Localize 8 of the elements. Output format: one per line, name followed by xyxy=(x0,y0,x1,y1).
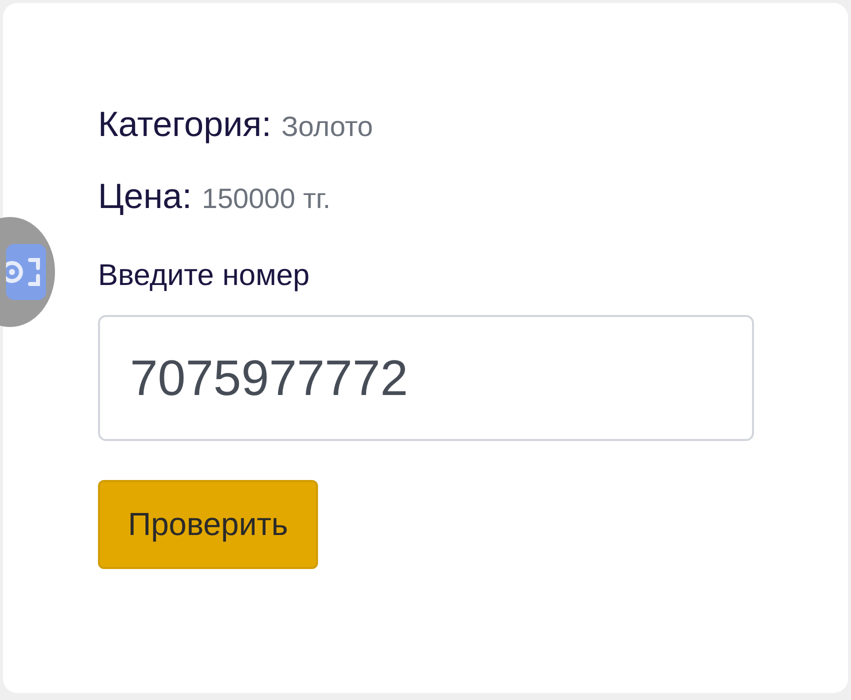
detail-label: Цена: xyxy=(98,177,192,217)
phone-input-field[interactable]: 7075977772 xyxy=(98,315,754,441)
detail-value: Золото xyxy=(281,111,373,143)
detail-label: Категория: xyxy=(98,105,272,145)
detail-value: 150000 тг. xyxy=(202,183,330,215)
field-label: Введите номер xyxy=(98,259,310,293)
scan-icon xyxy=(6,244,46,300)
check-button[interactable]: Проверить xyxy=(98,480,318,569)
